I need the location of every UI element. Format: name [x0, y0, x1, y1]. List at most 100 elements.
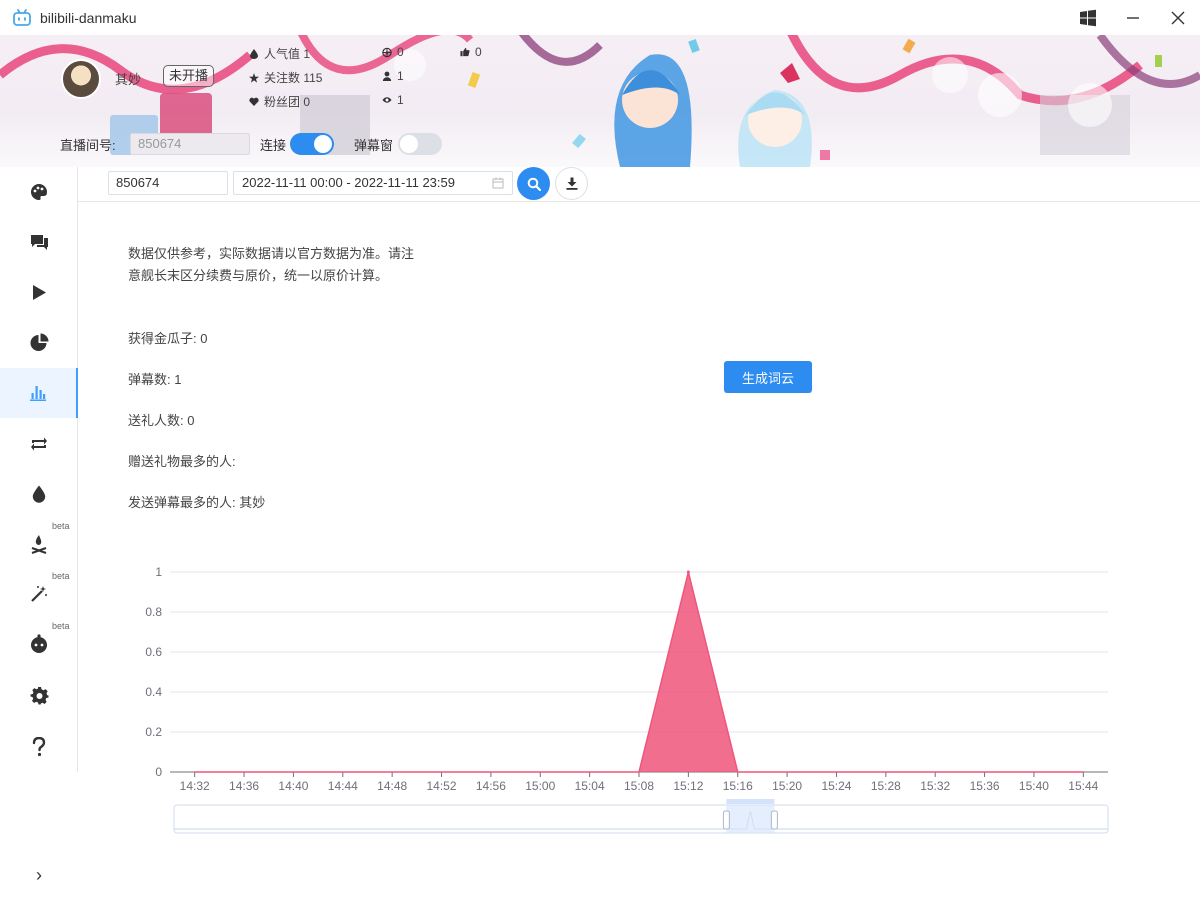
toolbar-divider [78, 201, 1200, 202]
sidebar-item-comments[interactable] [0, 217, 78, 267]
search-icon [527, 177, 541, 191]
x-tick-label: 14:56 [476, 779, 506, 793]
minimize-button[interactable] [1110, 0, 1155, 35]
window-title: bilibili-danmaku [40, 9, 137, 26]
live-status-badge: 未开播 [163, 65, 215, 87]
user-count: 1 [397, 69, 404, 83]
drop-icon [32, 485, 46, 503]
close-button[interactable] [1155, 0, 1200, 35]
windows-icon [1079, 9, 1096, 26]
live-banner: 其妙 未开播 人气值 1 关注数 115 粉丝团 0 0 1 1 0 直播间号:… [0, 35, 1200, 167]
x-tick-label: 15:40 [1019, 779, 1049, 793]
x-tick-label: 15:32 [920, 779, 950, 793]
star-icon [249, 72, 259, 83]
data-point [686, 570, 690, 574]
popularity-stat: 人气值 1 [249, 45, 310, 62]
zoom-slider-right-handle[interactable] [770, 810, 778, 830]
followers-stat: 关注数 115 [249, 69, 322, 86]
x-tick-label: 15:00 [525, 779, 555, 793]
minimize-icon [1126, 16, 1139, 19]
x-tick-label: 14:52 [427, 779, 457, 793]
danmaku-timeline-chart: 0 0.2 0.4 0.6 0.8 1 14:32 14:36 14:40 14:44 14:48 1… [145, 565, 1109, 834]
x-tick-label: 15:28 [871, 779, 901, 793]
close-icon [1171, 11, 1184, 24]
like-stat: 0 [460, 45, 482, 59]
avatar[interactable] [61, 59, 101, 99]
x-tick-label: 15:36 [970, 779, 1000, 793]
fan-club-label: 粉丝团 0 [264, 95, 311, 109]
generate-wordcloud-button[interactable]: 生成词云 [724, 361, 812, 393]
date-range-value: 2022-11-11 00:00 - 2022-11-11 23:59 [242, 175, 455, 190]
app-window: bilibili-danmaku 其妙 未开播 人气值 1 关注数 115 粉丝… [0, 0, 1200, 900]
room-label: 直播间号: [60, 138, 116, 153]
download-button[interactable] [555, 167, 588, 200]
connect-label: 连接 [260, 138, 287, 153]
palette-icon [31, 184, 47, 200]
zoom-slider-left-handle[interactable] [722, 810, 730, 830]
sidebar-item-drop[interactable] [0, 469, 78, 519]
sidebar-item-palette[interactable] [0, 167, 78, 217]
popularity-label: 人气值 1 [264, 47, 311, 61]
download-icon [566, 177, 577, 190]
y-tick-label: 0.4 [145, 685, 162, 699]
user-stat: 1 [382, 69, 404, 83]
x-tick-label: 15:24 [821, 779, 851, 793]
comments-icon [30, 234, 48, 250]
room-input[interactable]: 850674 [130, 133, 250, 155]
view-count: 1 [397, 93, 404, 107]
like-count: 0 [475, 45, 482, 59]
calendar-icon [492, 177, 504, 189]
connect-toggle[interactable] [290, 133, 334, 155]
x-tick-label: 15:44 [1068, 779, 1098, 793]
gift-count: 0 [397, 45, 404, 59]
series-line [194, 571, 1084, 773]
y-tick-label: 0.8 [145, 605, 162, 619]
x-tick-label: 14:40 [278, 779, 308, 793]
sidebar-item-repeat[interactable] [0, 419, 78, 469]
search-button[interactable] [517, 167, 550, 200]
fan-club-stat: 粉丝团 0 [249, 93, 310, 110]
date-range-picker[interactable]: 2022-11-11 00:00 - 2022-11-11 23:59 [233, 171, 513, 195]
room-id-input[interactable]: 850674 [108, 171, 228, 195]
x-tick-label: 15:08 [624, 779, 654, 793]
gift-stat: 0 [382, 45, 404, 59]
data-disclaimer: 数据仅供参考，实际数据请以官方数据为准。请注意舰长末区分续费与原价，统一以原价计… [128, 246, 415, 283]
sidebar-item-bar-chart[interactable] [0, 368, 78, 418]
gift-wheel-icon [382, 47, 392, 57]
danmaku-window-toggle-knob [400, 135, 418, 153]
bilibili-logo-icon [13, 8, 31, 26]
x-tick-label: 15:20 [772, 779, 802, 793]
danmaku-window-toggle[interactable] [398, 133, 442, 155]
y-tick-label: 0.2 [145, 725, 162, 739]
username: 其妙 [115, 72, 142, 87]
drop-icon [249, 48, 259, 59]
bar-chart-icon [30, 386, 46, 401]
followers-label: 关注数 115 [264, 71, 323, 85]
view-stat: 1 [382, 93, 404, 107]
sidebar-collapse-button[interactable]: › [30, 866, 48, 884]
eye-icon [382, 95, 392, 105]
y-tick-label: 0 [155, 765, 162, 779]
pie-chart-icon [30, 333, 48, 351]
zoom-slider-window[interactable] [726, 805, 775, 833]
repeat-icon [31, 437, 47, 451]
gift-users-stat: 送礼人数: 0 [128, 413, 195, 428]
sidebar-item-play[interactable] [0, 267, 78, 317]
danmaku-window-label: 弹幕窗 [354, 138, 394, 153]
title-bar: bilibili-danmaku [0, 0, 1200, 35]
top-danmaku-sender-stat: 发送弹幕最多的人: 其妙 [128, 495, 266, 510]
thumbs-up-icon [460, 47, 470, 57]
series-area [170, 572, 1108, 772]
gold-seeds-stat: 获得金瓜子: 0 [128, 331, 208, 346]
sidebar-item-pie-chart[interactable] [0, 317, 78, 367]
top-gifter-stat: 赠送礼物最多的人: [128, 454, 236, 469]
beta-tag: beta [52, 521, 70, 531]
windows-menu-button[interactable] [1065, 0, 1110, 35]
zoom-slider-move-bar[interactable] [726, 799, 775, 804]
x-tick-label: 14:32 [180, 779, 210, 793]
user-icon [382, 71, 392, 81]
chevron-right-icon: › [36, 865, 42, 885]
x-tick-label: 14:44 [328, 779, 358, 793]
danmaku-count-stat: 弹幕数: 1 [128, 372, 182, 387]
x-tick-label: 14:48 [377, 779, 407, 793]
